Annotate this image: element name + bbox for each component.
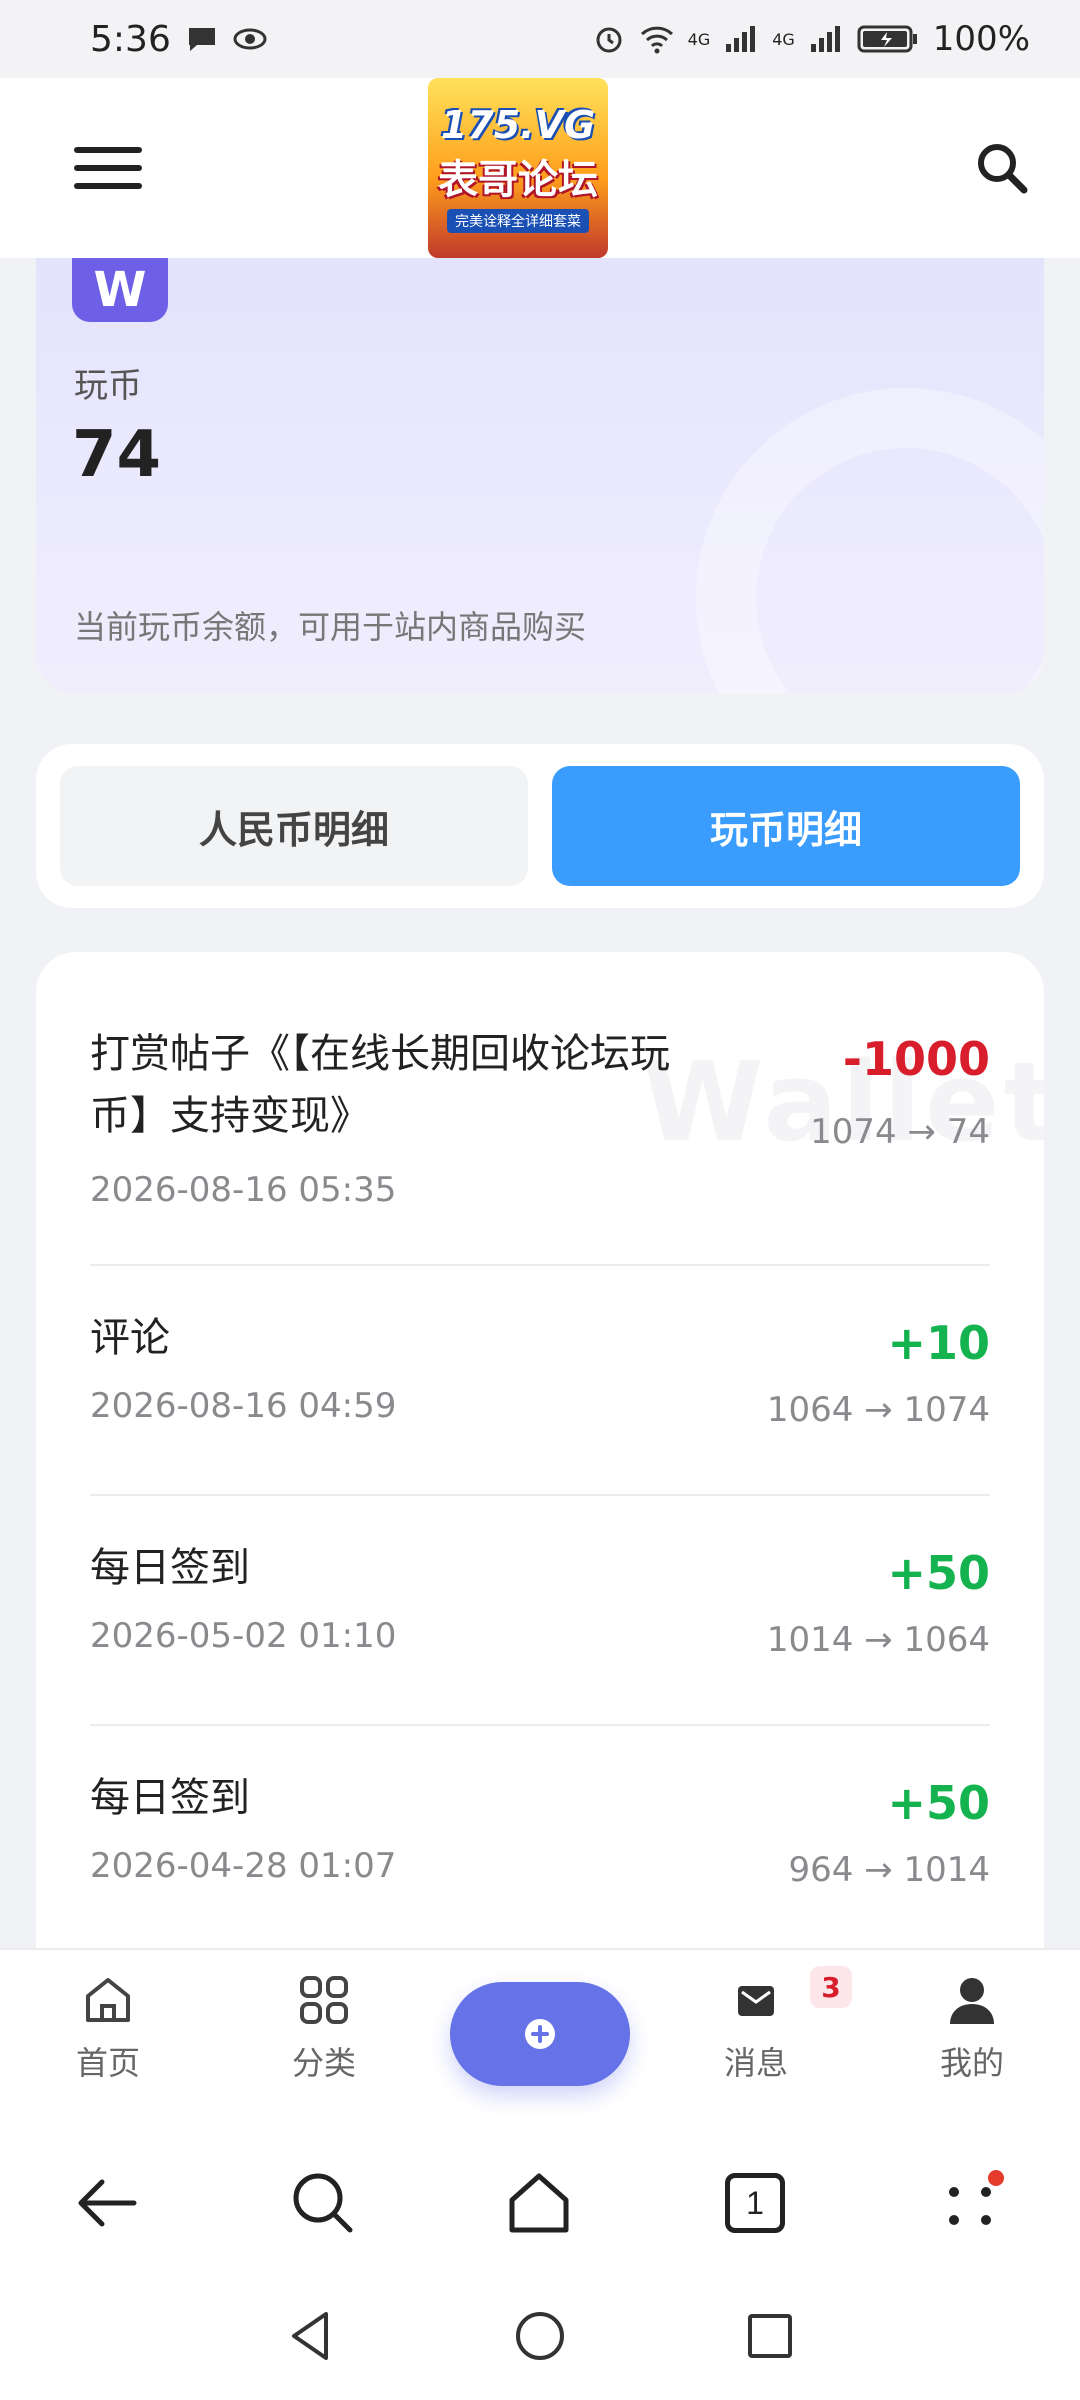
menu-line <box>74 165 142 171</box>
transaction-title: 每日签到 <box>90 1775 250 1821</box>
status-time: 5:36 <box>90 18 171 60</box>
transaction-list: Wallet 打赏帖子《【在线长期回收论坛玩 币】支持变现》 2026-08-1… <box>36 952 1044 1952</box>
transaction-balance-change: 964 → 1014 <box>788 1850 990 1890</box>
transaction-title: 每日签到 <box>90 1545 250 1591</box>
network-label-1: 4G <box>687 29 711 49</box>
network-label-2: 4G <box>772 29 795 49</box>
forum-logo[interactable]: 175.VG 表哥论坛 完美诠释全详细套菜 <box>428 78 608 258</box>
transaction-item[interactable]: 打赏帖子《【在线长期回收论坛玩 币】支持变现》 2026-08-16 05:35… <box>90 952 990 1266</box>
home-icon <box>509 2173 569 2233</box>
nav-category-label: 分类 <box>291 2044 356 2082</box>
transaction-item[interactable]: 每日签到 2026-04-28 01:07 +50 964 → 1014 <box>90 1726 990 1952</box>
balance-description: 当前玩币余额，可用于站内商品购买 <box>74 608 587 646</box>
browser-more-button[interactable] <box>938 2168 1008 2238</box>
signal-icon <box>726 26 756 52</box>
battery-percent: 100% <box>932 19 1030 59</box>
menu-line <box>74 183 142 189</box>
add-post-button[interactable] <box>450 1982 630 2086</box>
arrow-left-icon <box>78 2179 137 2227</box>
app-bottom-nav: 首页 分类 3 消息 我的 <box>0 1948 1080 2114</box>
grid-icon <box>300 1976 348 2024</box>
browser-back-button[interactable] <box>72 2168 142 2238</box>
nav-mine[interactable]: 我的 <box>902 1972 1042 2084</box>
transaction-balance-change: 1064 → 1074 <box>766 1390 990 1430</box>
transaction-amount: +50 <box>887 1546 990 1600</box>
transaction-date: 2026-08-16 05:35 <box>90 1170 397 1210</box>
transaction-item[interactable]: 评论 2026-08-16 04:59 +10 1064 → 1074 <box>90 1266 990 1496</box>
user-icon <box>950 1978 994 2024</box>
browser-home-button[interactable] <box>504 2168 574 2238</box>
nav-messages-label: 消息 <box>723 2044 788 2082</box>
system-nav-bar <box>0 2286 1080 2400</box>
tab-count: 1 <box>725 2173 785 2233</box>
eye-icon <box>233 28 267 50</box>
signal-icon-2 <box>810 26 840 52</box>
home-icon <box>86 1978 130 2022</box>
transaction-amount: +10 <box>887 1316 990 1370</box>
transaction-balance-change: 1014 → 1064 <box>766 1620 990 1660</box>
balance-label: 玩币 <box>74 366 142 406</box>
status-bar: 5:36 4G 4G 100% <box>0 0 1080 78</box>
transaction-balance-change: 1074 → 74 <box>810 1112 990 1152</box>
system-recents-icon[interactable] <box>740 2306 800 2366</box>
mail-icon <box>738 1986 774 2016</box>
browser-toolbar: 1 <box>0 2114 1080 2286</box>
menu-line <box>74 147 142 153</box>
nav-home[interactable]: 首页 <box>38 1972 178 2084</box>
nav-category[interactable]: 分类 <box>254 1972 394 2084</box>
alarm-icon <box>596 27 622 53</box>
search-icon[interactable] <box>974 140 1030 196</box>
app-header: 175.VG 表哥论坛 完美诠释全详细套菜 <box>0 78 1080 258</box>
menu-button[interactable] <box>74 143 142 193</box>
transaction-item[interactable]: 每日签到 2026-05-02 01:10 +50 1014 → 1064 <box>90 1496 990 1726</box>
transaction-date: 2026-08-16 04:59 <box>90 1386 397 1426</box>
transaction-amount: +50 <box>887 1776 990 1830</box>
system-back-icon[interactable] <box>280 2306 340 2366</box>
transaction-title-line2: 币】支持变现》 <box>90 1093 370 1139</box>
nav-mine-label: 我的 <box>939 2044 1004 2082</box>
tab-rmb-details[interactable]: 人民币明细 <box>60 766 528 886</box>
chat-bubble-icon <box>188 28 215 51</box>
transaction-amount: -1000 <box>842 1032 990 1086</box>
coin-badge: W <box>72 258 168 322</box>
logo-title: 175.VG <box>440 103 596 147</box>
nav-home-label: 首页 <box>75 2044 140 2082</box>
balance-card: W 玩币 74 当前玩币余额，可用于站内商品购买 <box>36 258 1044 694</box>
transaction-title: 评论 <box>90 1315 170 1361</box>
system-home-icon[interactable] <box>510 2306 570 2366</box>
tab-coin-details[interactable]: 玩币明细 <box>552 766 1020 886</box>
search-icon <box>293 2173 353 2233</box>
wifi-icon <box>640 26 673 54</box>
nav-messages[interactable]: 3 消息 <box>686 1966 852 2084</box>
balance-value: 74 <box>72 418 162 492</box>
messages-badge: 3 <box>810 1966 852 2008</box>
decorative-circle <box>696 388 1044 694</box>
battery-icon <box>857 25 917 53</box>
transaction-date: 2026-05-02 01:10 <box>90 1616 397 1656</box>
transaction-date: 2026-04-28 01:07 <box>90 1846 397 1886</box>
logo-subtitle: 表哥论坛 <box>438 157 598 203</box>
detail-tabs: 人民币明细 玩币明细 <box>36 744 1044 908</box>
transaction-title-line1: 打赏帖子《【在线长期回收论坛玩 <box>90 1031 670 1077</box>
logo-tagline: 完美诠释全详细套菜 <box>447 209 589 233</box>
more-dots-icon <box>949 2170 1004 2225</box>
browser-tabs-button[interactable]: 1 <box>720 2168 790 2238</box>
browser-search-button[interactable] <box>288 2168 358 2238</box>
plus-circle-icon <box>525 2019 555 2049</box>
